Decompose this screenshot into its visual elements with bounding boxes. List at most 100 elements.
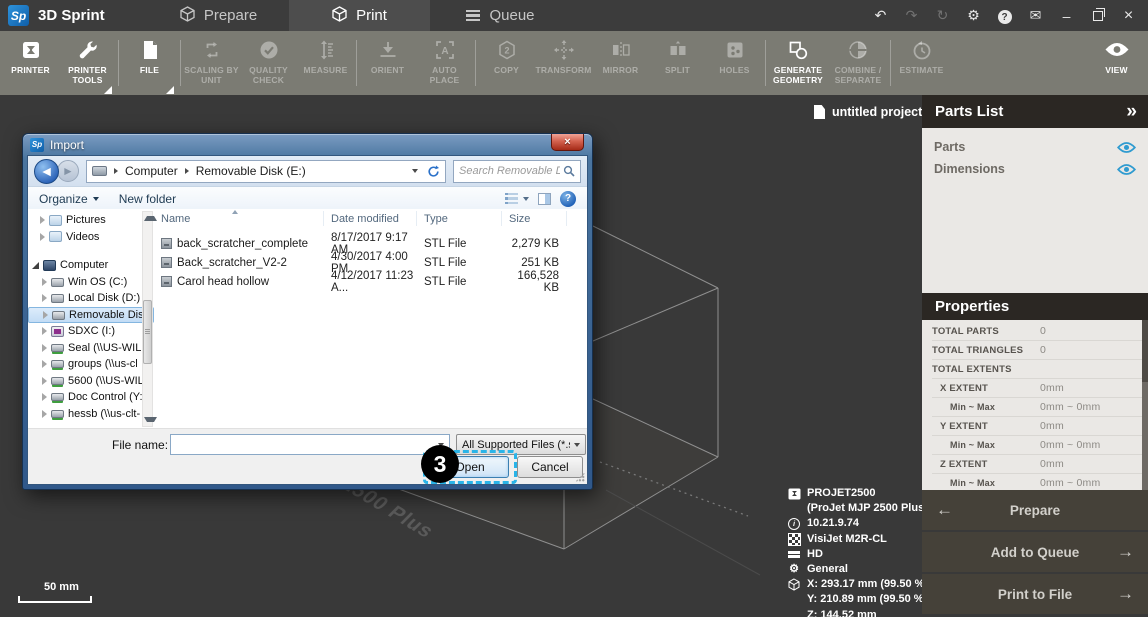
expander-icon[interactable] — [42, 360, 47, 368]
expander-icon[interactable] — [42, 327, 47, 335]
expander-icon[interactable] — [42, 344, 47, 352]
svg-text:A: A — [441, 46, 448, 57]
file-type-select[interactable]: All Supported Files (*.stl, *.ct — [456, 434, 586, 455]
view-button[interactable]: VIEW — [1088, 31, 1145, 95]
file-row[interactable]: Back_scratcher_V2-2 4/30/2017 4:00 PM ST… — [154, 254, 587, 271]
tree-item-removable-disk[interactable]: Removable Dis — [28, 307, 154, 324]
tree-item-win-os[interactable]: Win OS (C:) — [28, 274, 154, 291]
eye-icon — [1104, 36, 1130, 63]
dialog-help-icon[interactable]: ? — [560, 191, 576, 207]
tree-item-hessb[interactable]: hessb (\\us-clt- — [28, 406, 154, 423]
expander-icon[interactable] — [40, 216, 45, 224]
organize-menu[interactable]: Organize — [39, 192, 99, 206]
back-button[interactable]: ◄ — [34, 159, 59, 184]
network-drive-icon — [51, 410, 64, 418]
breadcrumb-separator-icon — [185, 168, 189, 174]
file-name-input[interactable] — [171, 435, 438, 454]
cancel-button[interactable]: Cancel — [517, 456, 583, 478]
prepare-button[interactable]: ← Prepare — [922, 490, 1148, 530]
stl-file-icon — [161, 276, 172, 287]
column-header-date-modified[interactable]: Date modified — [324, 211, 417, 226]
tree-item-5600[interactable]: 5600 (\\US-WIL — [28, 373, 154, 390]
tab-queue[interactable]: Queue — [430, 0, 571, 31]
search-icon — [563, 165, 575, 177]
column-header-size[interactable]: Size — [502, 211, 567, 226]
preview-pane-icon[interactable] — [538, 193, 551, 205]
parts-list-header: Parts List » — [922, 95, 1148, 128]
annotation-step-badge: 3 — [421, 445, 459, 483]
tree-item-groups[interactable]: groups (\\us-cl — [28, 356, 154, 373]
column-header-name[interactable]: Name — [154, 211, 324, 226]
tree-item-seal[interactable]: Seal (\\US-WIL — [28, 340, 154, 357]
file-name-combobox[interactable] — [170, 434, 450, 455]
properties-scrollbar[interactable] — [1142, 320, 1148, 490]
breadcrumb-removable-disk[interactable]: Removable Disk (E:) — [196, 164, 306, 178]
network-drive-icon — [51, 360, 64, 368]
expander-icon[interactable] — [42, 294, 47, 302]
expander-icon[interactable] — [42, 278, 47, 286]
expander-icon[interactable] — [40, 233, 45, 241]
printer-tools-button[interactable]: PRINTER TOOLS — [59, 31, 116, 95]
ribbon-separator — [118, 40, 119, 86]
tree-scrollbar[interactable] — [142, 211, 153, 427]
tab-prepare[interactable]: Prepare — [148, 0, 289, 31]
restore-button[interactable] — [1082, 8, 1113, 24]
collapse-panel-icon[interactable]: » — [1126, 101, 1135, 123]
print-mode: HD — [807, 547, 823, 562]
tree-item-sdxc[interactable]: SDXC (I:) — [28, 323, 154, 340]
tree-item-computer[interactable]: Computer — [28, 257, 154, 274]
dialog-close-button[interactable]: × — [551, 134, 584, 151]
visibility-eye-icon[interactable] — [1117, 141, 1136, 154]
search-input[interactable]: Search Removable Disk ... — [453, 160, 581, 183]
close-button[interactable]: × — [1113, 7, 1144, 25]
material-icon — [787, 533, 801, 546]
tab-print[interactable]: Print — [289, 0, 430, 31]
info-icon: i — [787, 518, 801, 530]
arrow-right-icon: → — [1117, 542, 1134, 562]
app-logo: Sp — [30, 138, 44, 152]
help-icon[interactable]: ? — [989, 7, 1020, 25]
dialog-title-bar[interactable]: Sp Import — [23, 134, 592, 155]
new-folder-button[interactable]: New folder — [119, 192, 176, 206]
file-button[interactable]: FILE — [121, 31, 178, 95]
print-to-file-button[interactable]: Print to File → — [922, 574, 1148, 614]
column-header-type[interactable]: Type — [417, 211, 502, 226]
expander-expanded-icon[interactable] — [32, 262, 39, 269]
expander-icon[interactable] — [43, 311, 48, 319]
breadcrumb-computer[interactable]: Computer — [125, 164, 178, 178]
parts-list-item-dimensions[interactable]: Dimensions — [922, 158, 1148, 180]
file-list: Name Date modified Type Size back_scratc… — [154, 209, 587, 429]
undo-icon[interactable]: ↶ — [865, 7, 896, 24]
scaling-icon — [201, 36, 223, 63]
expander-icon[interactable] — [42, 393, 47, 401]
expander-icon[interactable] — [42, 377, 47, 385]
address-dropdown-icon[interactable] — [412, 169, 418, 173]
generate-geometry-button[interactable]: GENERATE GEOMETRY — [768, 31, 828, 95]
expander-icon[interactable] — [42, 410, 47, 418]
parts-list-item-parts[interactable]: Parts — [922, 136, 1148, 158]
refresh-icon[interactable] — [427, 165, 440, 178]
combine-separate-button: COMBINE / SEPARATE — [828, 31, 888, 95]
settings-gear-icon[interactable]: ⚙ — [958, 7, 989, 24]
mirror-icon — [610, 36, 632, 63]
messages-icon[interactable]: ✉ — [1020, 7, 1051, 24]
app-logo-area: Sp 3D Sprint — [0, 0, 148, 31]
file-row[interactable]: Carol head hollow 4/12/2017 11:23 A... S… — [154, 273, 587, 290]
tree-item-pictures[interactable]: Pictures — [28, 212, 154, 229]
visibility-eye-icon[interactable] — [1117, 163, 1136, 176]
tree-item-doc-control[interactable]: Doc Control (Y: — [28, 389, 154, 406]
tree-item-local-disk[interactable]: Local Disk (D:) — [28, 290, 154, 307]
tree-item-videos[interactable]: Videos — [28, 229, 154, 246]
breadcrumb-address-bar[interactable]: Computer Removable Disk (E:) — [86, 160, 446, 183]
add-to-queue-button[interactable]: Add to Queue → — [922, 532, 1148, 572]
file-row[interactable]: back_scratcher_complete 8/17/2017 9:17 A… — [154, 235, 587, 252]
scrollbar-thumb[interactable] — [143, 300, 152, 364]
sd-card-icon — [51, 326, 64, 337]
property-row: TOTAL PARTS0 — [932, 322, 1142, 341]
minimize-button[interactable]: – — [1051, 8, 1082, 24]
menu-icon — [466, 10, 480, 22]
printer-button[interactable]: PRINTER — [2, 31, 59, 95]
tab-label: Print — [356, 7, 387, 24]
dialog-title: Import — [50, 138, 84, 152]
change-view-button[interactable] — [505, 193, 529, 205]
